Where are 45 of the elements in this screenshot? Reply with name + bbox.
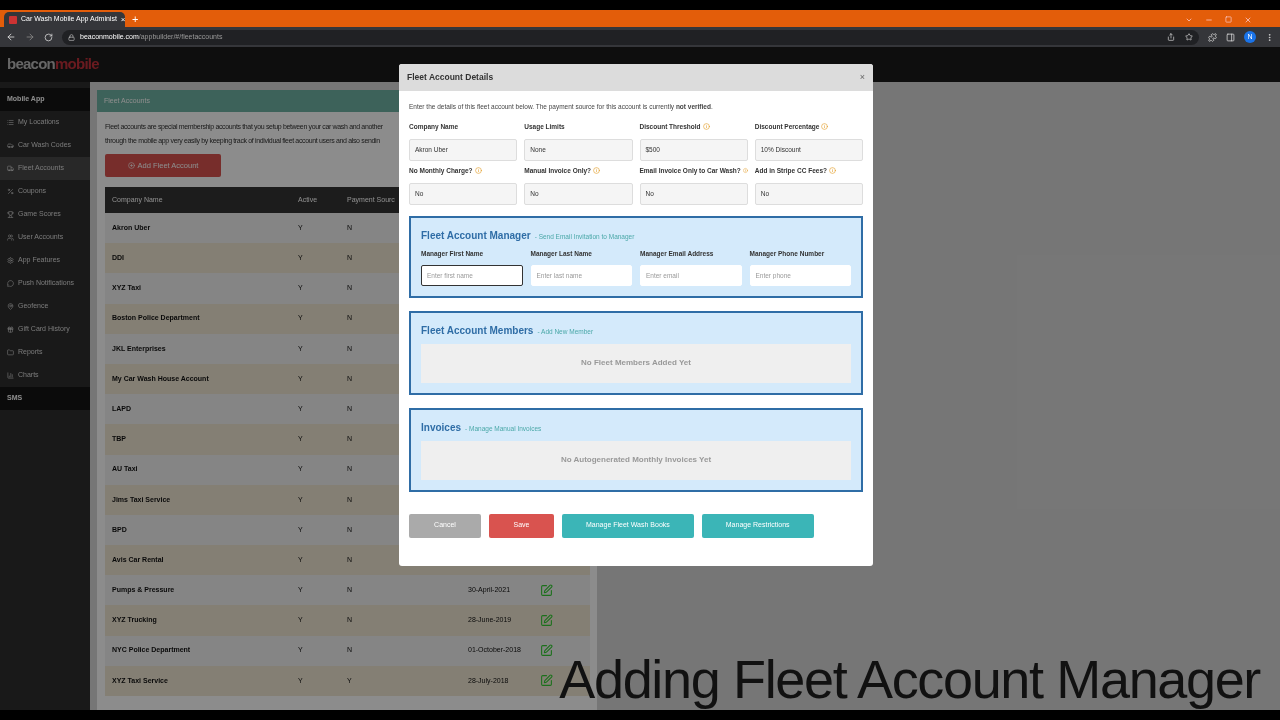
new-tab-button[interactable]: + xyxy=(129,12,142,27)
plus-icon xyxy=(127,162,135,169)
logo-text: beaconmobile xyxy=(7,54,99,75)
info-icon xyxy=(742,167,748,175)
info-icon xyxy=(474,167,482,175)
edit-icon[interactable] xyxy=(540,583,553,597)
users-icon xyxy=(7,234,14,241)
extensions-icon[interactable] xyxy=(1208,32,1217,42)
empty-message: No Autogenerated Monthly Invoices Yet xyxy=(421,440,851,480)
info-icon xyxy=(821,123,829,131)
pin-icon xyxy=(7,303,14,310)
share-icon[interactable] xyxy=(1167,33,1175,41)
info-icon xyxy=(593,167,601,175)
lock-icon xyxy=(68,33,75,41)
bookmark-star-icon[interactable] xyxy=(1185,33,1193,41)
empty-message: No Fleet Members Added Yet xyxy=(421,343,851,383)
chart-icon xyxy=(7,372,14,379)
back-icon[interactable] xyxy=(6,32,16,42)
edit-icon[interactable] xyxy=(540,614,553,628)
info-icon xyxy=(829,167,836,175)
car-icon xyxy=(7,142,14,149)
truck-icon xyxy=(7,165,14,172)
modal-close-button[interactable]: × xyxy=(859,70,865,85)
info-icon xyxy=(702,123,710,131)
folder-icon xyxy=(7,349,14,356)
section-title: Fleet Account Members xyxy=(421,323,534,338)
edit-icon[interactable] xyxy=(540,644,553,658)
reload-icon[interactable] xyxy=(44,32,53,42)
forward-icon[interactable] xyxy=(25,32,35,42)
list-icon xyxy=(7,119,14,126)
section-title: Invoices xyxy=(421,420,462,435)
menu-icon[interactable] xyxy=(1265,32,1274,42)
percent-icon xyxy=(7,188,14,195)
section-title: Fleet Account Manager xyxy=(421,228,531,243)
maximize-icon[interactable] xyxy=(1225,16,1232,23)
side-panel-icon[interactable] xyxy=(1226,32,1235,42)
trophy-icon xyxy=(7,211,14,218)
modal-title: Fleet Account Details xyxy=(407,71,494,84)
gear-icon xyxy=(7,257,14,264)
edit-icon[interactable] xyxy=(540,674,553,688)
gift-icon xyxy=(7,326,14,333)
chat-icon xyxy=(7,280,14,287)
tab-close-button[interactable]: × xyxy=(120,15,126,24)
close-icon[interactable] xyxy=(1244,15,1252,24)
favicon-icon xyxy=(9,15,17,24)
